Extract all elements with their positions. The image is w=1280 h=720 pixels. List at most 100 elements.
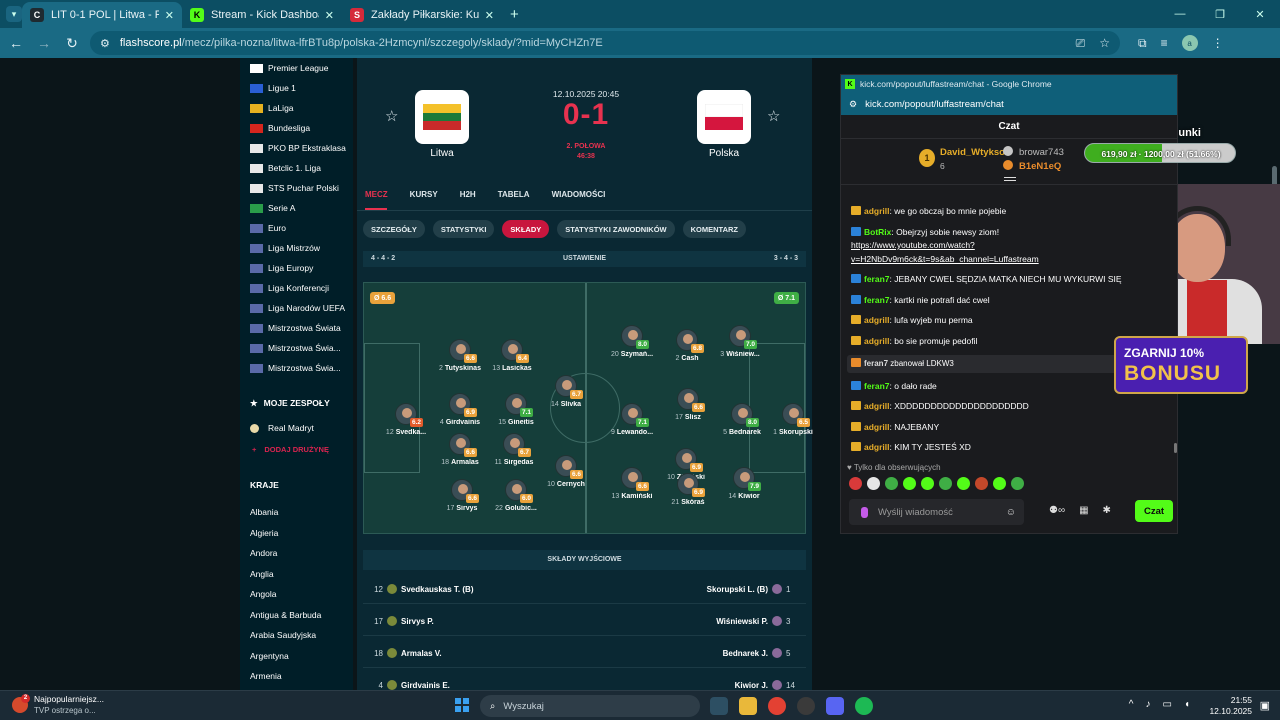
lineup-row[interactable]: 17 Sirvys P. Wiśniewski P. 3 <box>363 606 806 636</box>
taskbar-clock[interactable]: 21:55 12.10.2025 <box>1209 695 1252 717</box>
chat-username[interactable]: adgrill <box>864 315 890 325</box>
emote-icon[interactable] <box>957 477 970 490</box>
sidebar-item-country[interactable]: Arabia Saudyjska <box>240 625 353 646</box>
chat-username[interactable]: adgrill <box>864 401 890 411</box>
emoji-icon[interactable]: ☺ <box>1006 507 1016 518</box>
sidebar-item-league[interactable]: Premier League <box>240 58 353 78</box>
third-gifter-name[interactable]: B1eN1eQ <box>1019 161 1061 172</box>
chat-username[interactable]: feran7 <box>864 381 890 391</box>
spotify-icon[interactable] <box>855 697 873 715</box>
player-marker[interactable]: 7.9 14 Kiwior <box>712 467 776 515</box>
emote-icon[interactable] <box>903 477 916 490</box>
away-player[interactable]: Wiśniewski P. 3 <box>716 616 798 626</box>
reload-icon[interactable]: ↻ <box>60 35 84 52</box>
lineup-row[interactable]: 12 Svedkauskas T. (B) Skorupski L. (B) 1 <box>363 574 806 604</box>
profile-avatar[interactable]: a <box>1181 35 1198 51</box>
player-marker[interactable]: 6.5 1 Skorupski <box>761 403 825 451</box>
users-icon[interactable]: ⚉∞ <box>1049 505 1065 516</box>
emote-icon[interactable] <box>975 477 988 490</box>
subtab-3[interactable]: STATYSTYKI ZAWODNIKÓW <box>557 220 675 238</box>
subtab-0[interactable]: SZCZEGÓŁY <box>363 220 425 238</box>
tab-sts[interactable]: S Zakłady Piłkarskie: Kursy na Piłk ✕ <box>342 2 502 28</box>
favorite-home-star-icon[interactable]: ☆ <box>385 107 398 125</box>
home-player[interactable]: 4 Girdvainis E. <box>371 680 450 690</box>
home-player[interactable]: 12 Svedkauskas T. (B) <box>371 584 473 594</box>
file-explorer-icon[interactable] <box>739 697 757 715</box>
away-player[interactable]: Skorupski L. (B) 1 <box>707 584 798 594</box>
player-marker[interactable]: 6.0 22 Golubic... <box>484 479 548 527</box>
close-tab-icon[interactable]: ✕ <box>485 9 494 22</box>
away-team-name[interactable]: Polska <box>684 148 764 159</box>
sidebar-item-country[interactable]: Armenia <box>240 666 353 687</box>
tab-kick-dashboard[interactable]: K Stream - Kick Dashboard ✕ <box>182 2 342 28</box>
player-marker[interactable]: 7.0 3 Wiśniew... <box>708 325 772 373</box>
sidebar-item-league[interactable]: Betclic 1. Liga <box>240 158 353 178</box>
sidebar-item-league[interactable]: Mistrzostwa Świata <box>240 318 353 338</box>
top-gifter-name[interactable]: David_Wtykson <box>940 147 1011 158</box>
chat-input[interactable]: Wyślij wiadomość ☺ <box>849 499 1024 525</box>
sidebar-item-country[interactable]: Antigua & Barbuda <box>240 605 353 626</box>
mic-tray-icon[interactable]: ♪ <box>1146 699 1151 710</box>
away-player[interactable]: Bednarek J. 5 <box>723 648 798 658</box>
close-tab-icon[interactable]: ✕ <box>165 9 174 22</box>
emote-icon[interactable] <box>849 477 862 490</box>
menu-icon[interactable]: ⋮ <box>1212 36 1224 50</box>
home-team-name[interactable]: Litwa <box>402 148 482 159</box>
sidebar-item-real-madryt[interactable]: Real Madryt <box>240 418 353 438</box>
sidebar-item-league[interactable]: Liga Narodów UEFA <box>240 298 353 318</box>
windows-start-icon[interactable] <box>455 698 469 712</box>
extensions-icon[interactable]: ⧉ <box>1138 36 1147 51</box>
emote-icon[interactable] <box>867 477 880 490</box>
notification-bell-icon[interactable]: ▣ <box>1260 699 1270 712</box>
chat-username[interactable]: BotRix <box>864 227 891 237</box>
chat-username[interactable]: feran7 <box>864 295 890 305</box>
settings-gear-icon[interactable]: ✱ <box>1103 505 1111 516</box>
player-marker[interactable]: 6.9 21 Skóraś <box>656 473 720 521</box>
emote-icon[interactable] <box>993 477 1006 490</box>
emote-icon[interactable] <box>939 477 952 490</box>
discord-icon[interactable] <box>826 697 844 715</box>
sidebar-item-league[interactable]: Mistrzostwa Świa... <box>240 358 353 378</box>
sidebar-item-league[interactable]: Liga Mistrzów <box>240 238 353 258</box>
chrome-icon[interactable] <box>768 697 786 715</box>
news-widget[interactable]: 2 Najpopularniejsz... TVP ostrzega o... <box>12 694 104 716</box>
favorite-away-star-icon[interactable]: ☆ <box>767 107 780 125</box>
site-info-icon[interactable]: ⚙ <box>100 37 110 50</box>
sidebar-item-country[interactable]: Algieria <box>240 523 353 544</box>
tab-tabela[interactable]: TABELA <box>498 190 530 199</box>
microphone-icon[interactable] <box>861 506 868 518</box>
subtab-1[interactable]: STATYSTYKI <box>432 220 495 238</box>
close-window-icon[interactable]: ✕ <box>1240 0 1280 28</box>
obs-icon[interactable] <box>797 697 815 715</box>
emote-icon[interactable] <box>1011 477 1024 490</box>
chat-username[interactable]: adgrill <box>864 422 890 432</box>
emote-icon[interactable] <box>921 477 934 490</box>
sidebar-item-league[interactable]: Bundesliga <box>240 118 353 138</box>
forward-icon[interactable]: → <box>32 35 56 51</box>
sidebar-item-country[interactable]: Angola <box>240 584 353 605</box>
home-player[interactable]: 18 Armalas V. <box>371 648 442 658</box>
tray-chevron-icon[interactable]: ^ <box>1129 699 1134 710</box>
sidebar-item-league[interactable]: Serie A <box>240 198 353 218</box>
tab-wiadomości[interactable]: WIADOMOŚCI <box>552 190 606 199</box>
away-team-logo[interactable] <box>697 90 751 144</box>
lineup-row[interactable]: 18 Armalas V. Bednarek J. 5 <box>363 638 806 668</box>
back-icon[interactable]: ← <box>4 35 28 51</box>
sidebar-item-league[interactable]: Liga Europy <box>240 258 353 278</box>
url-field[interactable]: ⚙ flashscore.pl /mecz/pilka-nozna/litwa-… <box>90 31 1120 55</box>
taskbar-search[interactable]: ⌕ Wyszukaj <box>480 695 700 717</box>
sidebar-item-league[interactable]: STS Puchar Polski <box>240 178 353 198</box>
chat-username[interactable]: adgrill <box>864 442 890 452</box>
chat-username[interactable]: feran7 <box>864 274 890 284</box>
sidebar-item-country[interactable]: Argentyna <box>240 646 353 667</box>
sidebar-item-league[interactable]: LaLiga <box>240 98 353 118</box>
sidebar-item-league[interactable]: PKO BP Ekstraklasa <box>240 138 353 158</box>
expand-icon[interactable] <box>1004 177 1016 181</box>
subtab-4[interactable]: KOMENTARZ <box>682 220 746 238</box>
tab-search-button[interactable]: ▾ <box>6 6 22 22</box>
tab-flashscore[interactable]: C LIT 0-1 POL | Litwa - Polska 12/ ✕ <box>22 2 182 28</box>
sidebar-item-country[interactable]: Albania <box>240 502 353 523</box>
new-tab-button[interactable]: + <box>510 6 519 23</box>
chat-url[interactable]: kick.com/popout/luffastream/chat <box>865 99 1004 110</box>
site-info-icon[interactable]: ⚙ <box>849 99 857 110</box>
